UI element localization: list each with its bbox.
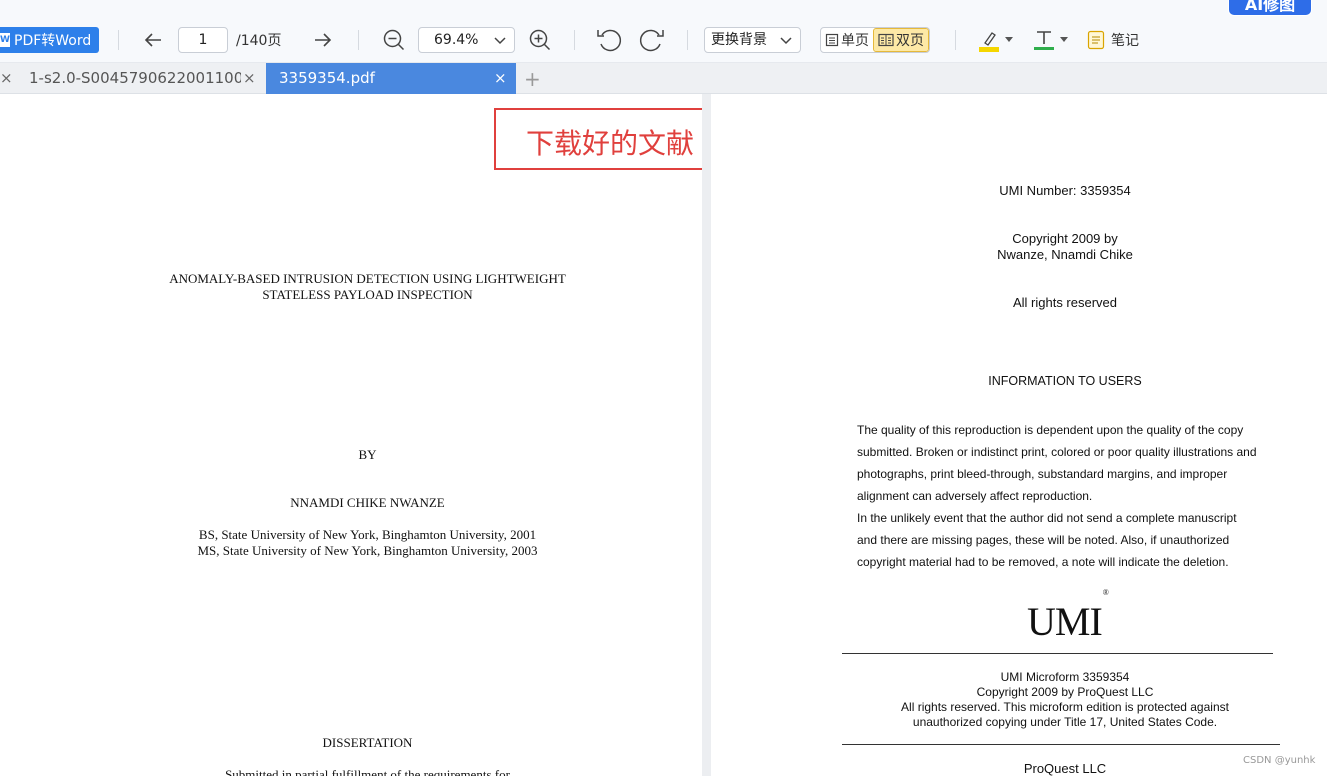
plus-icon[interactable]: + xyxy=(524,67,541,91)
annotation-box[interactable]: 下载好的文献 xyxy=(494,108,727,170)
degree-line: BS, State University of New York, Bingha… xyxy=(198,527,537,542)
single-page-icon xyxy=(825,33,839,47)
page-view-toggle: 单页 双页 xyxy=(820,27,930,53)
chevron-down-icon xyxy=(780,37,792,45)
text-color-icon xyxy=(1034,31,1054,50)
highlight-tool-button[interactable] xyxy=(977,27,1013,53)
close-icon[interactable]: × xyxy=(243,69,256,87)
watermark-text: CSDN @yunhk xyxy=(1243,755,1316,766)
author-degrees: BS, State University of New York, Bingha… xyxy=(0,527,735,559)
thesis-title-line: ANOMALY-BASED INTRUSION DETECTION USING … xyxy=(169,271,566,286)
page-total-label: /140页 xyxy=(236,33,282,49)
double-page-button[interactable]: 双页 xyxy=(873,28,929,52)
toolbar-divider xyxy=(574,30,575,50)
annotation-text: 下载好的文献 xyxy=(526,127,695,160)
next-page-button[interactable] xyxy=(309,26,337,54)
arrow-left-icon xyxy=(144,33,161,47)
copyright-line: Nwanze, Nnamdi Chike xyxy=(997,247,1133,262)
rotate-right-icon xyxy=(639,29,664,52)
pdf-to-word-button[interactable]: W PDF转Word xyxy=(0,27,100,53)
paragraph-line: alignment can adversely affect reproduct… xyxy=(857,489,1093,503)
microform-line: UMI Microform 3359354 xyxy=(1000,670,1130,684)
microform-line: Copyright 2009 by ProQuest LLC xyxy=(976,685,1154,699)
copyright-line: Copyright 2009 by xyxy=(1012,231,1118,246)
umi-logo: UMI ® xyxy=(1027,588,1109,645)
zoom-out-button[interactable] xyxy=(380,26,408,54)
paragraph-line: and there are missing pages, these will … xyxy=(857,533,1230,547)
paragraph-line: photographs, print bleed-through, substa… xyxy=(857,467,1228,481)
text-color-tool-button[interactable] xyxy=(1032,27,1068,53)
note-button[interactable]: 笔记 xyxy=(1087,27,1139,53)
pdf-page-left: ANOMALY-BASED INTRUSION DETECTION USING … xyxy=(0,94,727,776)
caret-down-icon xyxy=(1005,37,1013,42)
tab-title: 1-s2.0-S0045790622001100-main.pdf xyxy=(29,69,241,87)
umi-logo-text: UMI xyxy=(1027,599,1103,644)
document-tab-bar: × 1-s2.0-S0045790622001100-main.pdf × 33… xyxy=(0,63,1327,94)
previous-page-button[interactable] xyxy=(139,26,167,54)
change-background-select[interactable]: 更换背景 xyxy=(704,27,801,53)
divider-rule xyxy=(842,653,1273,654)
arrow-right-icon xyxy=(315,33,332,47)
chevron-down-icon xyxy=(494,37,506,45)
single-page-button[interactable]: 单页 xyxy=(821,28,873,52)
submitted-text: Submitted in partial fulfillment of the … xyxy=(225,767,510,776)
zoom-in-icon xyxy=(529,29,551,51)
all-rights-reserved: All rights reserved xyxy=(1012,295,1118,310)
single-page-label: 单页 xyxy=(841,33,869,49)
microform-line: unauthorized copying under Title 17, Uni… xyxy=(912,715,1218,729)
page-gutter xyxy=(702,94,711,776)
info-heading: INFORMATION TO USERS xyxy=(988,374,1142,388)
thesis-title: ANOMALY-BASED INTRUSION DETECTION USING … xyxy=(0,271,735,303)
ai-retouch-button[interactable]: AI修图 xyxy=(1228,0,1312,16)
caret-down-icon xyxy=(1060,37,1068,42)
zoom-level-select[interactable]: 69.4% xyxy=(418,27,515,53)
toolbar-divider xyxy=(955,30,956,50)
proquest-label: ProQuest LLC xyxy=(1023,761,1107,776)
double-page-icon xyxy=(878,33,894,47)
tab-title: 3359354.pdf xyxy=(279,69,375,87)
author-name: NNAMDI CHIKE NWANZE xyxy=(290,495,445,510)
microform-notice: UMI Microform 3359354 Copyright 2009 by … xyxy=(711,670,1327,730)
zoom-in-button[interactable] xyxy=(526,26,554,54)
microform-line: All rights reserved. This microform edit… xyxy=(901,700,1229,714)
double-page-label: 双页 xyxy=(896,33,924,49)
pdf-page-right: UMI Number: 3359354 Copyright 2009 by Nw… xyxy=(711,94,1327,776)
info-paragraph: The quality of this reproduction is depe… xyxy=(857,419,1297,573)
paragraph-line: copyright material had to be removed, a … xyxy=(857,555,1229,569)
by-label: BY xyxy=(358,447,377,462)
word-icon: W xyxy=(0,33,10,47)
toolbar-divider xyxy=(358,30,359,50)
note-label: 笔记 xyxy=(1111,33,1139,49)
zoom-out-icon xyxy=(383,29,405,51)
copyright-notice: Copyright 2009 by Nwanze, Nnamdi Chike xyxy=(711,231,1327,263)
divider-rule xyxy=(842,744,1280,745)
rotate-left-button[interactable] xyxy=(595,26,623,54)
note-icon xyxy=(1087,30,1105,50)
rotate-left-icon xyxy=(597,29,622,52)
paragraph-line: submitted. Broken or indistinct print, c… xyxy=(857,445,1257,459)
close-icon[interactable]: × xyxy=(494,69,507,87)
tab-document-2[interactable]: 3359354.pdf × xyxy=(266,63,516,94)
page-number-input[interactable]: 1 xyxy=(178,27,228,53)
change-background-label: 更换背景 xyxy=(711,32,767,48)
close-icon[interactable]: × xyxy=(0,69,13,87)
highlighter-icon xyxy=(979,32,999,52)
registered-mark: ® xyxy=(1102,587,1109,597)
pdf-to-word-label: PDF转Word xyxy=(14,33,92,49)
dissertation-label: DISSERTATION xyxy=(322,735,413,750)
toolbar-divider xyxy=(687,30,688,50)
document-viewport[interactable]: ANOMALY-BASED INTRUSION DETECTION USING … xyxy=(0,94,1327,776)
zoom-level-value: 69.4% xyxy=(434,32,479,48)
thesis-title-line: STATELESS PAYLOAD INSPECTION xyxy=(262,287,473,302)
paragraph-line: In the unlikely event that the author di… xyxy=(857,511,1237,525)
paragraph-line: The quality of this reproduction is depe… xyxy=(857,423,1244,437)
degree-line: MS, State University of New York, Bingha… xyxy=(197,543,538,558)
toolbar-divider xyxy=(118,30,119,50)
rotate-right-button[interactable] xyxy=(638,26,666,54)
umi-number: UMI Number: 3359354 xyxy=(999,183,1131,198)
main-toolbar: W PDF转Word 1 /140页 69.4% 更换背景 单页 双页 笔记 A… xyxy=(0,0,1327,63)
tab-document-1[interactable]: × 1-s2.0-S0045790622001100-main.pdf × xyxy=(0,63,265,94)
